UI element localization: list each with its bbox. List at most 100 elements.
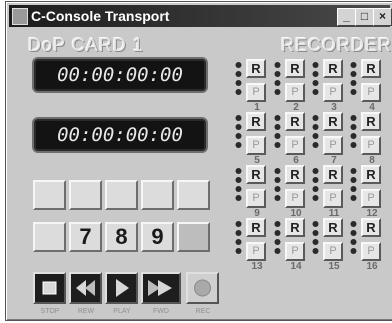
- track-knob-icon: [235, 221, 242, 254]
- track-play-button[interactable]: P: [323, 189, 343, 208]
- track-module: RP3: [311, 59, 345, 113]
- track-knob-icon: [274, 62, 281, 95]
- keypad-key-7[interactable]: 7: [69, 222, 102, 252]
- recorder-header: RECORDER: [281, 35, 392, 55]
- timecode-display-primary: 00:00:00:00: [32, 57, 208, 93]
- track-knob-icon: [235, 115, 242, 148]
- track-knob-icon: [350, 115, 357, 148]
- track-play-button[interactable]: P: [246, 189, 266, 208]
- track-play-button[interactable]: P: [285, 189, 305, 208]
- keypad-key[interactable]: [33, 180, 66, 210]
- title-bar: C-Console Transport _ □ ×: [9, 5, 392, 27]
- track-play-button[interactable]: P: [285, 242, 305, 261]
- record-button[interactable]: [186, 272, 219, 304]
- track-module: R P 10: [273, 165, 307, 219]
- track-play-button[interactable]: P: [246, 242, 266, 261]
- track-play-button[interactable]: P: [246, 136, 266, 155]
- keypad-key[interactable]: [141, 180, 174, 210]
- track-number: 14: [290, 261, 302, 272]
- track-module: RP5: [234, 112, 268, 166]
- play-icon: [116, 279, 129, 297]
- track-play-button[interactable]: P: [323, 136, 343, 155]
- track-knob-icon: [235, 168, 242, 201]
- track-module: R P 15: [311, 218, 345, 272]
- track-knob-icon: [274, 115, 281, 148]
- track-record-button[interactable]: R: [361, 59, 381, 78]
- track-knob-icon: [235, 62, 242, 95]
- stop-button[interactable]: [33, 272, 66, 304]
- track-knob-icon: [274, 168, 281, 201]
- track-play-button[interactable]: P: [285, 136, 305, 155]
- track-record-button[interactable]: R: [285, 112, 305, 131]
- track-play-button[interactable]: P: [323, 83, 343, 102]
- track-module: RP1: [234, 59, 268, 113]
- close-button[interactable]: ×: [373, 8, 392, 26]
- transport-window: C-Console Transport _ □ × DoP CARD 1 REC…: [5, 1, 392, 321]
- track-number: 16: [366, 261, 378, 272]
- track-record-button[interactable]: R: [323, 165, 343, 184]
- track-module: R P 11: [311, 165, 345, 219]
- record-icon: [194, 279, 211, 297]
- keypad-key[interactable]: [33, 222, 66, 252]
- track-record-button[interactable]: R: [323, 218, 343, 237]
- track-module: RP8: [349, 112, 383, 166]
- keypad-key[interactable]: [69, 180, 102, 210]
- window-title: C-Console Transport: [31, 8, 170, 24]
- track-play-button[interactable]: P: [285, 83, 305, 102]
- track-module: RP6: [273, 112, 307, 166]
- keypad-key[interactable]: [105, 180, 138, 210]
- track-module: RP4: [349, 59, 383, 113]
- track-play-button[interactable]: P: [361, 189, 381, 208]
- track-knob-icon: [312, 221, 319, 254]
- track-module: R P 12: [349, 165, 383, 219]
- rewind-label: REW: [77, 308, 95, 315]
- track-module: RP2: [273, 59, 307, 113]
- track-record-button[interactable]: R: [285, 59, 305, 78]
- fast-forward-label: FWD: [153, 308, 169, 315]
- stop-label: STOP: [40, 308, 60, 315]
- fast-forward-button[interactable]: [141, 272, 181, 304]
- play-button[interactable]: [105, 272, 138, 304]
- stop-icon: [42, 281, 57, 295]
- track-record-button[interactable]: R: [285, 165, 305, 184]
- track-record-button[interactable]: R: [246, 218, 266, 237]
- track-record-button[interactable]: R: [323, 112, 343, 131]
- track-record-button[interactable]: R: [246, 165, 266, 184]
- track-module: R P 14: [273, 218, 307, 272]
- track-record-button[interactable]: R: [246, 112, 266, 131]
- keypad-key-9[interactable]: 9: [141, 222, 174, 252]
- keypad-key[interactable]: [177, 180, 210, 210]
- track-knob-icon: [312, 115, 319, 148]
- track-module: R P 13: [234, 218, 268, 272]
- play-label: PLAY: [113, 308, 131, 315]
- track-knob-icon: [350, 221, 357, 254]
- track-knob-icon: [312, 168, 319, 201]
- keypad-key-round[interactable]: [177, 222, 210, 252]
- minimize-button[interactable]: _: [337, 8, 356, 26]
- track-number: 15: [328, 261, 340, 272]
- fast-forward-icon: [148, 280, 172, 296]
- track-play-button[interactable]: P: [361, 242, 381, 261]
- timecode-display-secondary: 00:00:00:00: [32, 117, 208, 153]
- track-record-button[interactable]: R: [361, 165, 381, 184]
- track-record-button[interactable]: R: [361, 112, 381, 131]
- app-icon: [12, 8, 28, 25]
- track-record-button[interactable]: R: [285, 218, 305, 237]
- track-record-button[interactable]: R: [323, 59, 343, 78]
- rewind-icon: [76, 280, 95, 296]
- track-play-button[interactable]: P: [246, 83, 266, 102]
- track-number: 13: [251, 261, 263, 272]
- track-knob-icon: [350, 62, 357, 95]
- track-knob-icon: [274, 221, 281, 254]
- maximize-button[interactable]: □: [355, 8, 374, 26]
- track-record-button[interactable]: R: [361, 218, 381, 237]
- rewind-button[interactable]: [69, 272, 102, 304]
- keypad-key-8[interactable]: 8: [105, 222, 138, 252]
- track-module: R P 16: [349, 218, 383, 272]
- track-play-button[interactable]: P: [361, 83, 381, 102]
- track-play-button[interactable]: P: [323, 242, 343, 261]
- track-knob-icon: [350, 168, 357, 201]
- track-module: RP9: [234, 165, 268, 219]
- track-play-button[interactable]: P: [361, 136, 381, 155]
- track-record-button[interactable]: R: [246, 59, 266, 78]
